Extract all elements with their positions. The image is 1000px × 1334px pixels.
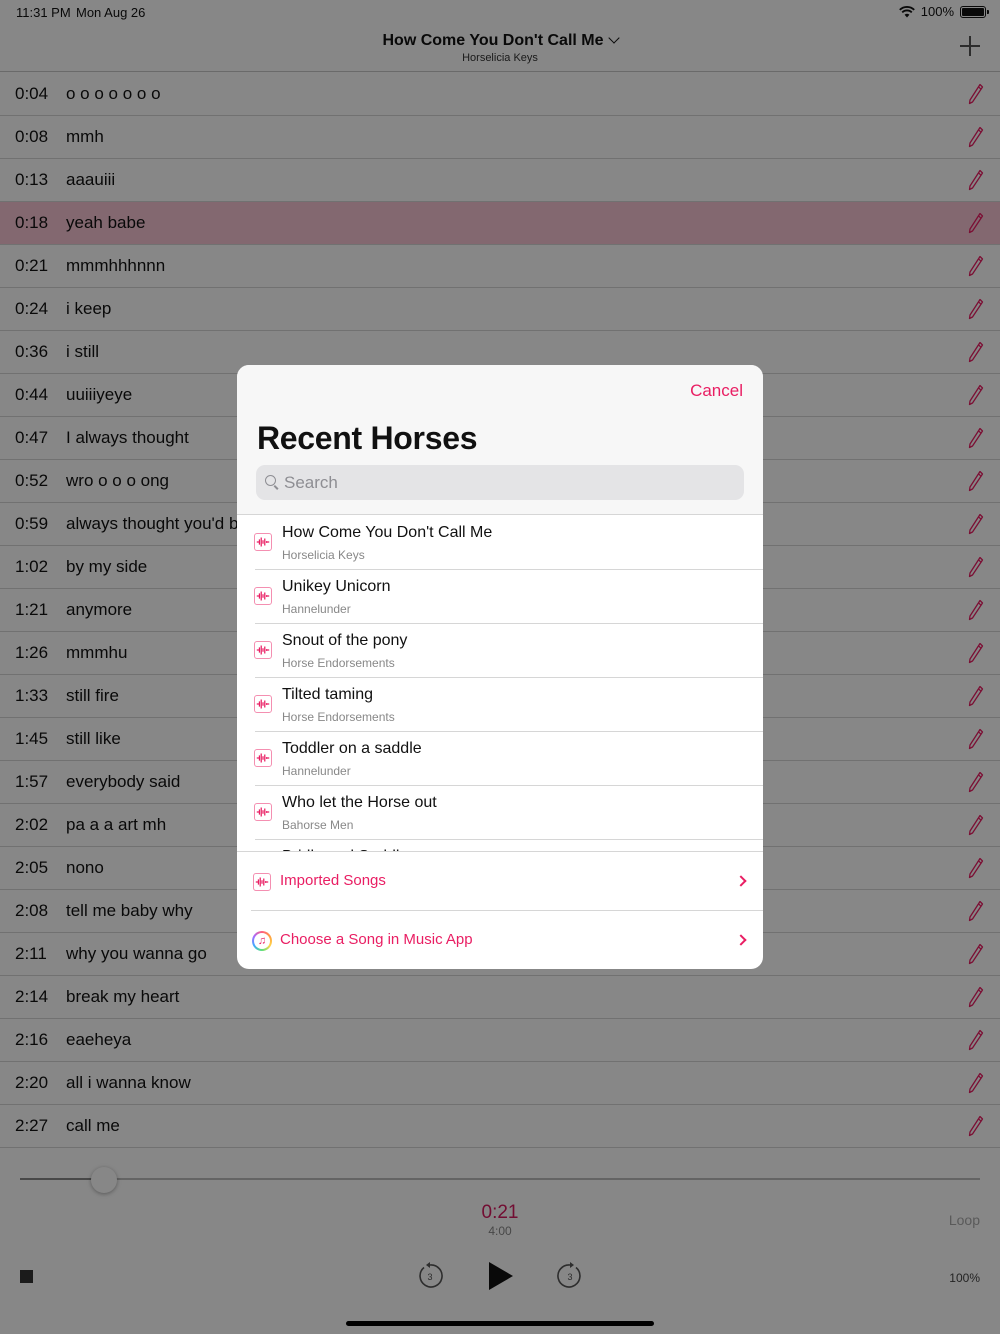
song-artist: Horse Endorsements xyxy=(282,710,395,724)
song-row[interactable]: Bridle and Saddle xyxy=(237,840,763,851)
waveform-icon xyxy=(254,803,272,821)
song-artist: Hannelunder xyxy=(282,764,351,778)
song-artist: Horselicia Keys xyxy=(282,548,365,562)
song-row[interactable]: Who let the Horse out Bahorse Men xyxy=(237,786,763,840)
song-name: Unikey Unicorn xyxy=(282,578,391,595)
imported-songs-label: Imported Songs xyxy=(280,872,386,889)
modal-header: Cancel Recent Horses xyxy=(237,365,763,515)
search-input[interactable] xyxy=(284,465,734,500)
recent-songs-modal: Cancel Recent Horses How Come You Don't … xyxy=(237,365,763,969)
waveform-icon xyxy=(253,873,271,891)
song-row[interactable]: Snout of the pony Horse Endorsements xyxy=(237,624,763,678)
recent-songs-list: How Come You Don't Call Me Horselicia Key… xyxy=(237,516,763,851)
song-artist: Horse Endorsements xyxy=(282,656,395,670)
chevron-right-icon xyxy=(735,934,747,946)
song-name: Tilted taming xyxy=(282,686,373,703)
music-app-label: Choose a Song in Music App xyxy=(280,931,473,948)
waveform-icon xyxy=(254,695,272,713)
song-artist: Bahorse Men xyxy=(282,818,354,832)
waveform-icon xyxy=(254,749,272,767)
song-name: How Come You Don't Call Me xyxy=(282,524,493,541)
source-links: Imported Songs Choose a Song in Music Ap… xyxy=(237,851,763,969)
waveform-icon xyxy=(254,587,272,605)
imported-songs-row[interactable]: Imported Songs xyxy=(237,852,763,911)
search-bar[interactable] xyxy=(256,465,744,500)
modal-title: Recent Horses xyxy=(257,420,478,456)
cancel-button[interactable]: Cancel xyxy=(690,381,743,401)
song-row[interactable]: How Come You Don't Call Me Horselicia Key… xyxy=(237,516,763,570)
music-app-row[interactable]: Choose a Song in Music App xyxy=(237,911,763,969)
song-name: Toddler on a saddle xyxy=(282,740,422,757)
song-row[interactable]: Toddler on a saddle Hannelunder xyxy=(237,732,763,786)
song-row[interactable]: Tilted taming Horse Endorsements xyxy=(237,678,763,732)
waveform-icon xyxy=(254,533,272,551)
song-name: Snout of the pony xyxy=(282,632,408,649)
song-name: Who let the Horse out xyxy=(282,794,437,811)
song-artist: Hannelunder xyxy=(282,602,351,616)
song-row[interactable]: Unikey Unicorn Hannelunder xyxy=(237,570,763,624)
waveform-icon xyxy=(254,641,272,659)
chevron-right-icon xyxy=(735,875,747,887)
music-app-icon xyxy=(252,931,272,951)
search-icon xyxy=(265,475,276,486)
